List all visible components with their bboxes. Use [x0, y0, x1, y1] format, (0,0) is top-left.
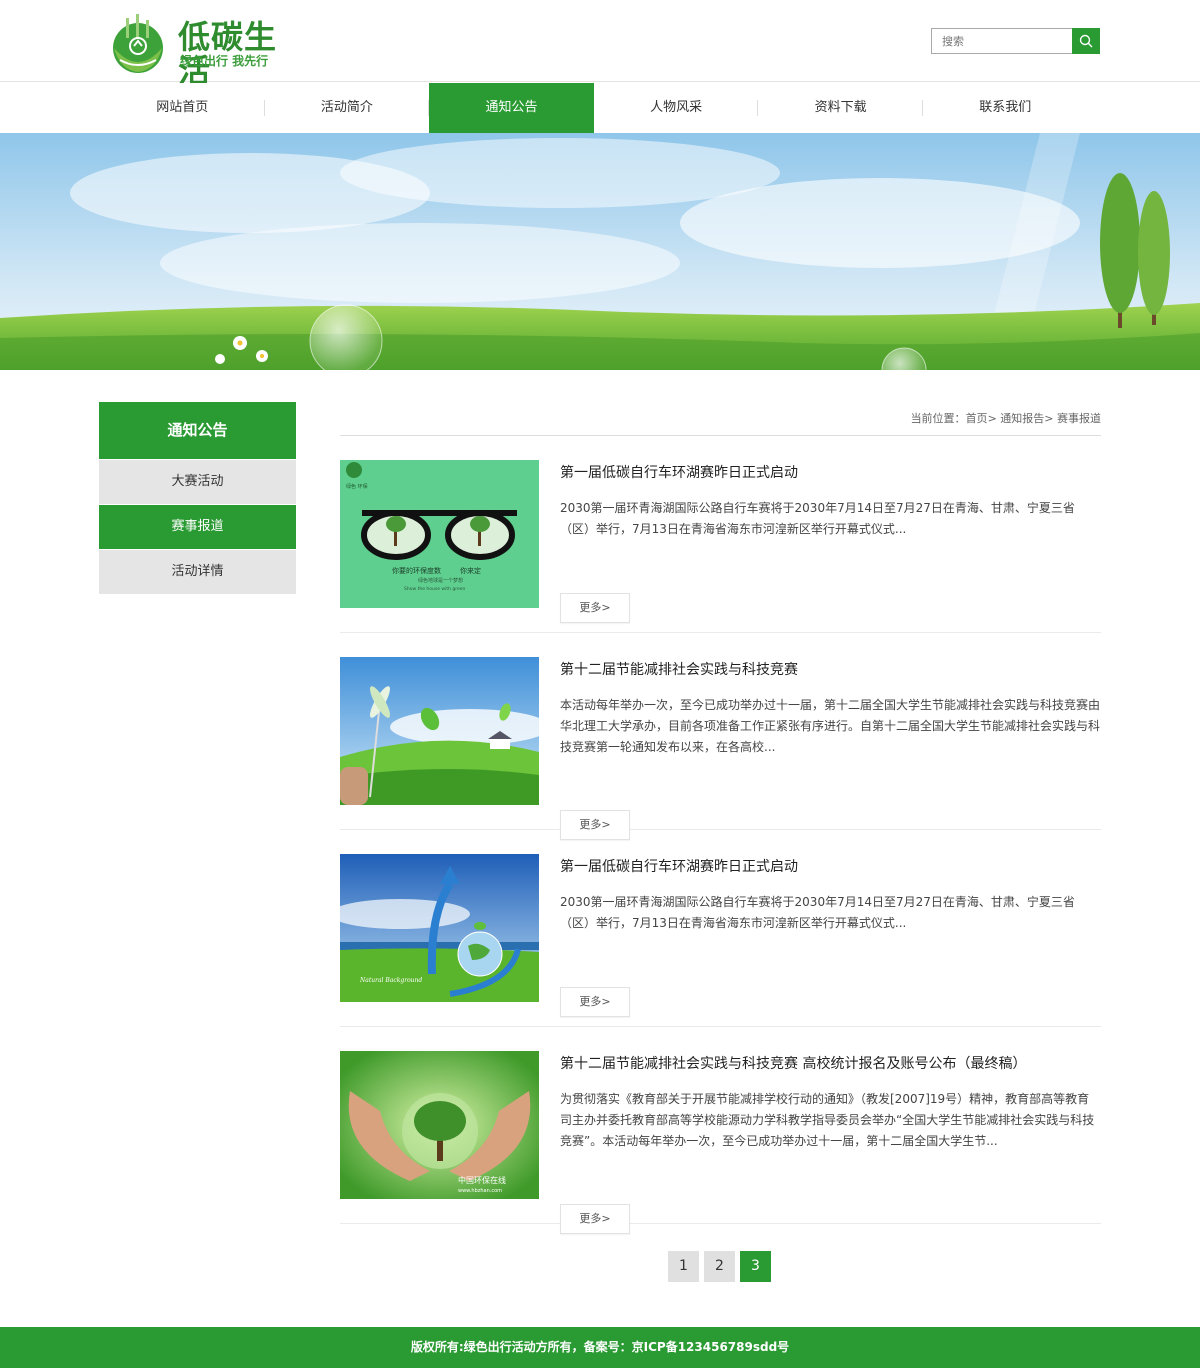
page-button-1[interactable]: 1 — [668, 1251, 699, 1282]
hands-tree-image: 中国环保在线 www.hbzhan.com — [340, 1051, 539, 1199]
list-item: Natural Background 第一届低碳自行车环湖赛昨日正式启动 203… — [340, 830, 1101, 1027]
list-item: 第十二届节能减排社会实践与科技竞赛 本活动每年举办一次，至今已成功举办过十一届，… — [340, 633, 1101, 840]
nav-item-home[interactable]: 网站首页 — [100, 83, 265, 133]
article-summary: 2030第一届环青海湖国际公路自行车赛将于2030年7月14日至7月27日在青海… — [560, 895, 1075, 930]
thumb-text: 绿色地球是一个梦想 — [418, 577, 463, 584]
thumb-text: www.hbzhan.com — [458, 1188, 502, 1194]
nav-item-people[interactable]: 人物风采 — [594, 83, 759, 133]
article-title[interactable]: 第一届低碳自行车环湖赛昨日正式启动 — [560, 856, 1100, 878]
breadcrumb: 当前位置：首页> 通知报告> 赛事报道 — [340, 402, 1101, 436]
article-thumbnail[interactable]: 绿色 环保 你要的环保度数 你来定 绿色地球是一个梦想 Show the hou… — [340, 460, 539, 608]
leaf-recycle-logo-icon — [113, 14, 163, 73]
sidebar-item-reports[interactable]: 赛事报道 — [99, 505, 296, 549]
list-item: 绿色 环保 你要的环保度数 你来定 绿色地球是一个梦想 Show the hou… — [340, 436, 1101, 633]
nav-item-downloads[interactable]: 资料下载 — [758, 83, 923, 133]
search-box — [931, 28, 1100, 54]
nav-item-label: 通知公告 — [485, 100, 538, 115]
breadcrumb-category[interactable]: 通知报告 — [1000, 412, 1044, 425]
hero-banner — [0, 133, 1200, 370]
breadcrumb-current[interactable]: 赛事报道 — [1057, 412, 1101, 425]
search-button[interactable] — [1072, 28, 1100, 54]
more-button[interactable]: 更多> — [560, 987, 630, 1017]
list-item: 中国环保在线 www.hbzhan.com 第十二届节能减排社会实践与科技竞赛 … — [340, 1027, 1101, 1234]
breadcrumb-separator: > — [987, 412, 1001, 425]
page-button-3[interactable]: 3 — [740, 1251, 771, 1282]
nav-item-label: 活动简介 — [320, 100, 373, 115]
globe-arrow-image: Natural Background — [340, 854, 539, 1002]
nav-item-label: 联系我们 — [979, 100, 1032, 115]
article-title[interactable]: 第十二届节能减排社会实践与科技竞赛 — [560, 659, 1100, 681]
more-button[interactable]: 更多> — [560, 1204, 630, 1234]
breadcrumb-separator: > — [1044, 412, 1057, 425]
article-thumbnail[interactable]: Natural Background — [340, 854, 539, 1002]
thumb-text: 中国环保在线 — [458, 1175, 506, 1185]
page-button-2[interactable]: 2 — [704, 1251, 735, 1282]
site-logo[interactable]: 低碳生活 绿色出行 我先行 — [106, 14, 306, 88]
nav-item-about[interactable]: 活动简介 — [265, 83, 430, 133]
article-title[interactable]: 第一届低碳自行车环湖赛昨日正式启动 — [560, 462, 1100, 484]
more-button[interactable]: 更多> — [560, 593, 630, 623]
nav-item-label: 网站首页 — [156, 100, 209, 115]
search-input[interactable] — [931, 28, 1072, 54]
article-thumbnail[interactable] — [340, 657, 539, 805]
thumb-text: Natural Background — [359, 977, 422, 984]
sidebar-title: 通知公告 — [99, 402, 296, 459]
article-title[interactable]: 第十二届节能减排社会实践与科技竞赛 高校统计报名及账号公布（最终稿） — [560, 1053, 1100, 1075]
footer-copyright: 版权所有:绿色出行活动方所有，备案号：京ICP备123456789sdd号 — [410, 1340, 790, 1354]
thumb-text: 你要的环保度数 — [392, 566, 441, 575]
nav-item-contact[interactable]: 联系我们 — [923, 83, 1088, 133]
windmill-meadow-image — [340, 657, 539, 805]
article-summary: 本活动每年举办一次，至今已成功举办过十一届，第十二届全国大学生节能减排社会实践与… — [560, 698, 1101, 754]
thumb-text: 绿色 环保 — [346, 483, 368, 490]
sidebar-item-details[interactable]: 活动详情 — [99, 550, 296, 594]
sidebar: 通知公告 大赛活动 赛事报道 活动详情 — [99, 402, 296, 594]
glasses-image: 绿色 环保 你要的环保度数 你来定 绿色地球是一个梦想 Show the hou… — [340, 460, 539, 608]
breadcrumb-prefix: 当前位置： — [910, 412, 966, 425]
main-nav: 网站首页 活动简介 通知公告 人物风采 资料下载 联系我们 — [0, 83, 1200, 133]
pagination: 1 2 3 — [668, 1251, 776, 1282]
logo-slogan: 绿色出行 我先行 — [180, 54, 269, 68]
nav-item-label: 资料下载 — [814, 100, 867, 115]
thumb-text: Show the house with green — [404, 586, 466, 592]
site-footer: 版权所有:绿色出行活动方所有，备案号：京ICP备123456789sdd号 — [0, 1327, 1200, 1368]
article-summary: 为贯彻落实《教育部关于开展节能减排学校行动的通知》（教发[2007]19号）精神… — [560, 1092, 1095, 1148]
article-summary: 2030第一届环青海湖国际公路自行车赛将于2030年7月14日至7月27日在青海… — [560, 501, 1075, 536]
nav-item-label: 人物风采 — [650, 100, 703, 115]
nav-item-notices[interactable]: 通知公告 — [429, 83, 594, 133]
main-content: 当前位置：首页> 通知报告> 赛事报道 绿色 环保 你要的环保度数 你来定 绿色… — [340, 402, 1101, 1234]
article-thumbnail[interactable]: 中国环保在线 www.hbzhan.com — [340, 1051, 539, 1199]
thumb-text: 你来定 — [460, 566, 481, 575]
breadcrumb-home[interactable]: 首页 — [966, 412, 988, 425]
search-icon — [1079, 34, 1093, 48]
sidebar-item-contest[interactable]: 大赛活动 — [99, 460, 296, 504]
site-header: 低碳生活 绿色出行 我先行 — [0, 0, 1200, 88]
meadow-sky-image — [0, 133, 1200, 370]
